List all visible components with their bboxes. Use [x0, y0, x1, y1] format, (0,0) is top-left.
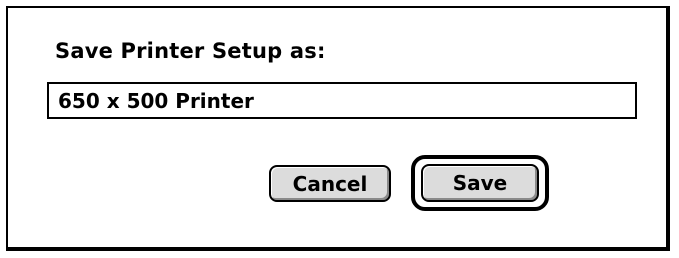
dialog-prompt: Save Printer Setup as:: [55, 39, 326, 63]
save-button[interactable]: Save: [421, 164, 539, 202]
printer-setup-name-field[interactable]: 650 x 500 Printer: [47, 82, 637, 119]
cancel-button[interactable]: Cancel: [269, 165, 391, 202]
